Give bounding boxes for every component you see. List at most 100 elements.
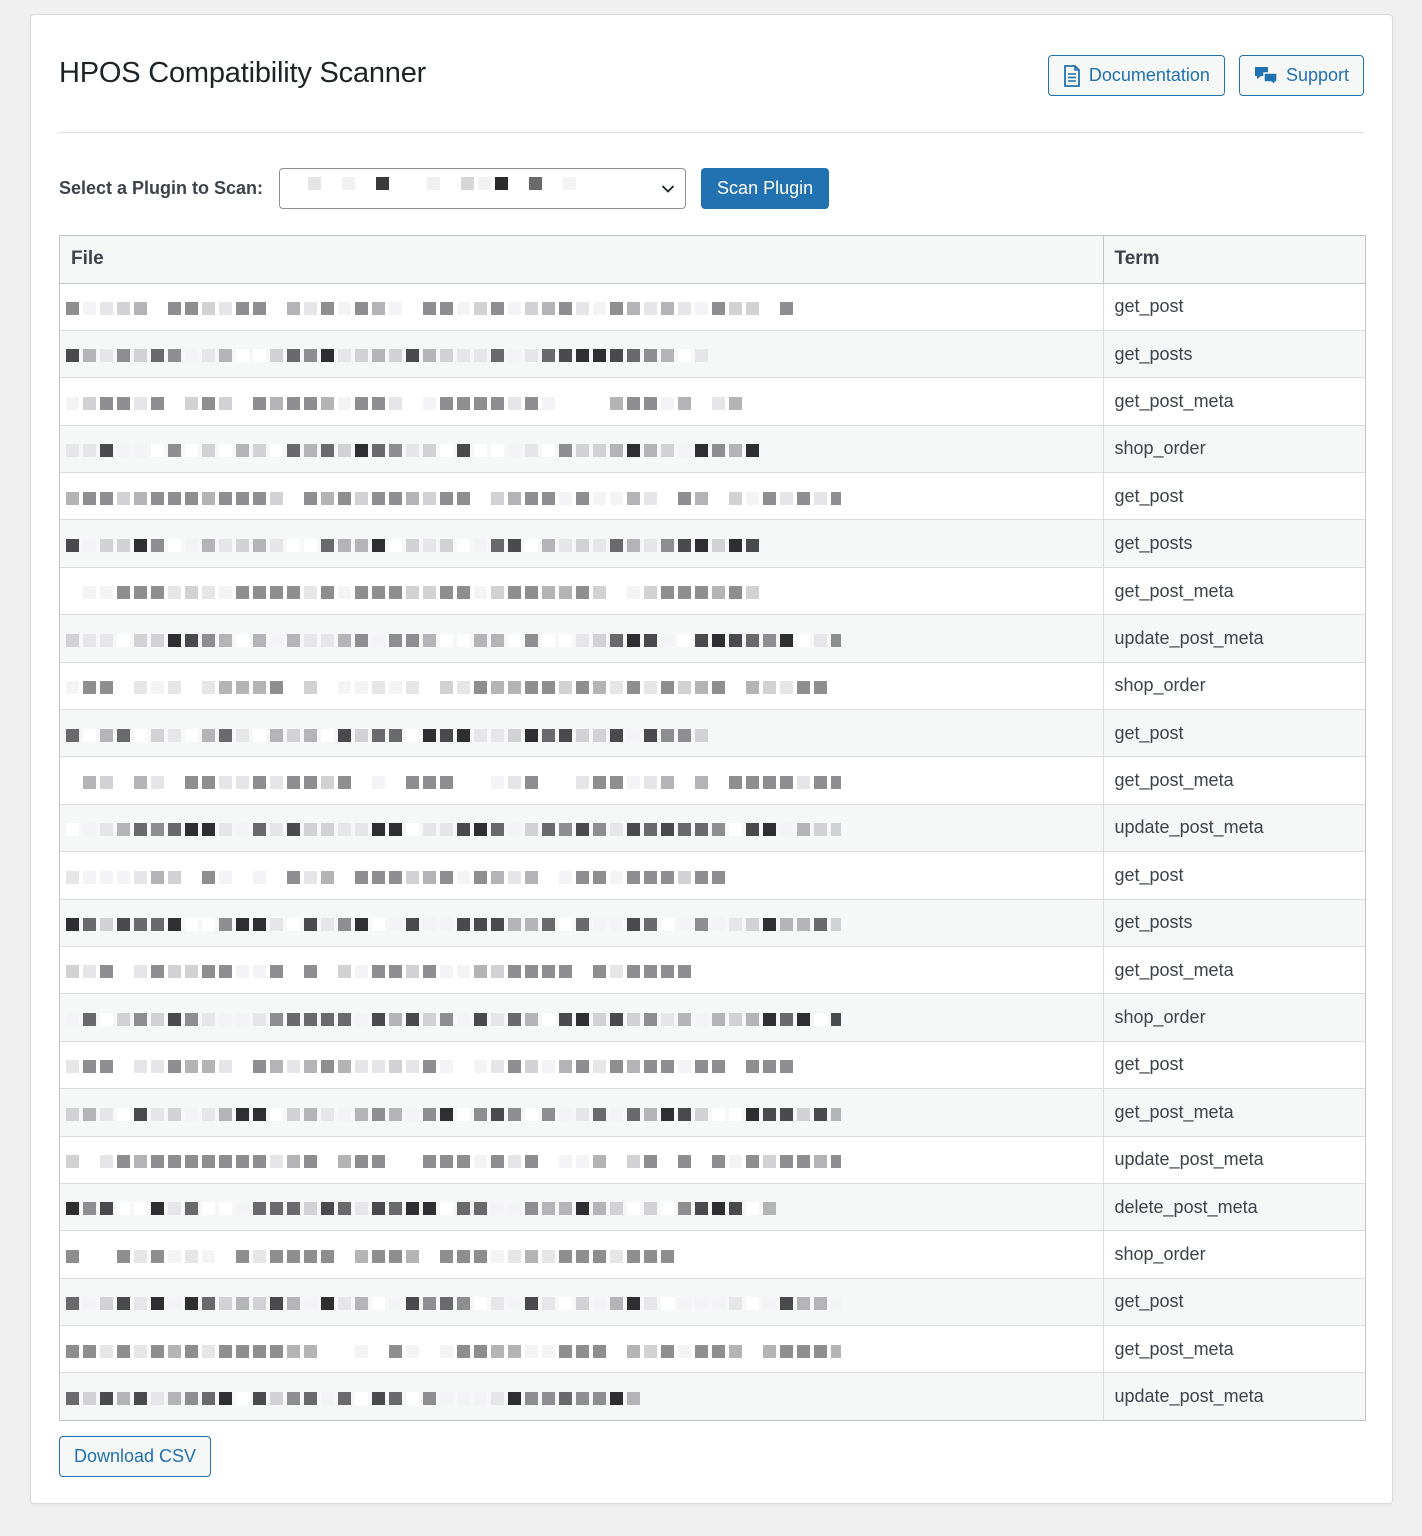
table-row: get_post [60,709,1365,758]
table-row: get_post [60,851,1365,900]
redacted-file-path [66,1099,841,1129]
table-row: get_post [60,472,1365,521]
redacted-file-path [66,1383,841,1413]
file-cell [60,1372,1104,1421]
table-row: update_post_meta [60,804,1365,853]
term-cell: get_post_meta [1103,377,1365,426]
header-divider [59,132,1364,133]
table-row: get_post [60,1041,1365,1090]
redacted-file-path [66,1336,841,1366]
documentation-label: Documentation [1088,65,1210,85]
table-row: update_post_meta [60,1372,1365,1421]
file-cell [60,899,1104,947]
table-row: get_post_meta [60,946,1365,995]
results-table: File Term get_post get_posts get_post_meta… [59,235,1366,1422]
redacted-file-path [66,625,841,655]
results-body: get_post get_posts get_post_meta shop_order… [60,283,1365,1421]
table-row: get_posts [60,899,1365,947]
redacted-file-path [66,388,841,418]
term-cell: get_post_meta [1103,946,1365,995]
file-cell [60,946,1104,995]
redacted-file-path [66,862,841,892]
table-header-row: File Term [60,236,1365,284]
table-row: get_post_meta [60,377,1365,426]
document-icon [1063,64,1081,87]
file-cell [60,1183,1104,1232]
term-cell: get_posts [1103,330,1365,379]
table-row: get_post_meta [60,1088,1365,1137]
redacted-plugin-name [308,176,577,190]
redacted-file-path [66,815,841,845]
redacted-file-path [66,294,841,324]
file-cell [60,425,1104,474]
term-cell: get_post_meta [1103,1325,1365,1374]
redacted-file-path [66,1052,841,1082]
plugin-select[interactable] [279,167,687,209]
plugin-select-label: Select a Plugin to Scan: [59,177,264,198]
table-row: shop_order [60,662,1365,711]
term-cell: shop_order [1103,425,1365,474]
table-row: get_post [60,283,1365,331]
term-cell: get_posts [1103,899,1365,947]
redacted-file-path [66,910,841,940]
file-cell [60,567,1104,616]
redacted-file-path [66,767,841,797]
file-cell [60,662,1104,711]
term-cell: get_post [1103,851,1365,900]
redacted-file-path [66,436,841,466]
header-buttons: Documentation Support [1047,55,1364,96]
term-cell: shop_order [1103,1230,1365,1279]
file-cell [60,377,1104,426]
term-cell: get_post [1103,472,1365,521]
file-cell [60,993,1104,1042]
term-cell: update_post_meta [1103,614,1365,663]
file-cell [60,1041,1104,1090]
page-title: HPOS Compatibility Scanner [59,57,427,89]
documentation-button[interactable]: Documentation [1047,55,1225,96]
file-cell [60,804,1104,853]
term-cell: delete_post_meta [1103,1183,1365,1232]
file-cell [60,851,1104,900]
table-row: shop_order [60,425,1365,474]
redacted-file-path [66,341,841,371]
table-row: get_post_meta [60,1325,1365,1374]
redacted-file-path [66,1147,841,1177]
table-row: get_post_meta [60,567,1365,616]
redacted-file-path [66,530,841,560]
support-label: Support [1285,65,1349,85]
term-cell: get_post_meta [1103,756,1365,805]
term-cell: shop_order [1103,993,1365,1042]
support-button[interactable]: Support [1238,55,1364,96]
table-row: get_post [60,1278,1365,1327]
file-cell [60,283,1104,331]
download-csv-button[interactable]: Download CSV [59,1436,212,1477]
term-cell: get_post [1103,1041,1365,1090]
table-row: delete_post_meta [60,1183,1365,1232]
term-cell: get_post_meta [1103,1088,1365,1137]
table-row: get_post_meta [60,756,1365,805]
file-cell [60,1230,1104,1279]
file-cell [60,709,1104,758]
term-cell: get_post_meta [1103,567,1365,616]
redacted-file-path [66,1289,841,1319]
table-row: update_post_meta [60,614,1365,663]
term-cell: get_post [1103,1278,1365,1327]
scan-plugin-button[interactable]: Scan Plugin [701,167,830,209]
scanner-panel: HPOS Compatibility Scanner Documentation [30,14,1393,1504]
file-cell [60,519,1104,568]
chevron-down-icon [661,182,675,201]
redacted-file-path [66,957,841,987]
table-row: shop_order [60,1230,1365,1279]
term-cell: update_post_meta [1103,1372,1365,1421]
column-header-file: File [60,236,1104,284]
redacted-file-path [66,578,841,608]
table-row: get_posts [60,519,1365,568]
term-cell: get_post [1103,709,1365,758]
redacted-file-path [66,673,841,703]
file-cell [60,1278,1104,1327]
term-cell: shop_order [1103,662,1365,711]
term-cell: get_posts [1103,519,1365,568]
file-cell [60,330,1104,379]
scan-controls: Select a Plugin to Scan: Scan Plugin [59,167,830,209]
table-row: update_post_meta [60,1136,1365,1184]
